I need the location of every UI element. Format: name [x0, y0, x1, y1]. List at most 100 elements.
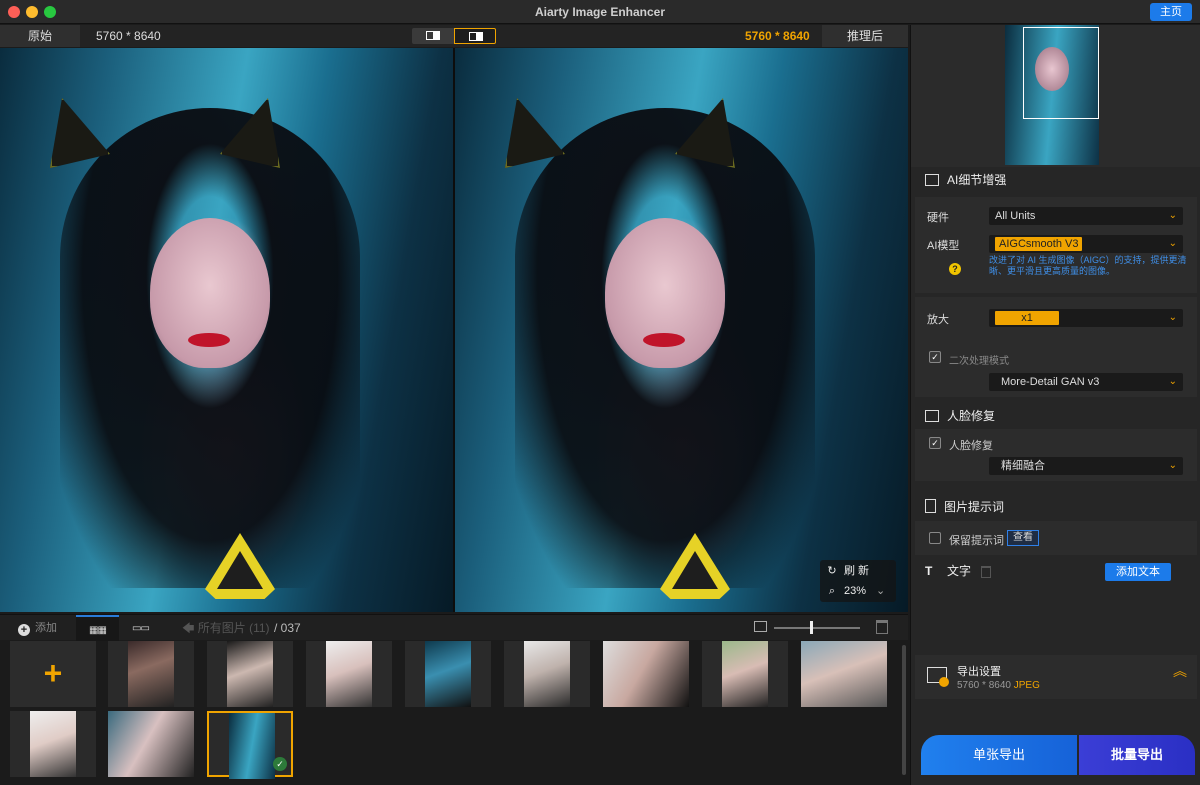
image-count: / 037: [274, 621, 301, 635]
thumbnail-item[interactable]: [306, 641, 392, 707]
grid-icon: ▦▦: [89, 625, 107, 636]
chevron-down-icon: ⌄: [1168, 460, 1177, 471]
all-images-filter[interactable]: 🡄 所有图片 (11): [182, 615, 270, 641]
hardware-value: All Units: [995, 210, 1036, 222]
thumbnail-item[interactable]: [405, 641, 491, 707]
navigator-minimap[interactable]: [911, 25, 1200, 167]
face-section-title: 人脸修复: [925, 407, 995, 425]
app-window: Aiarty Image Enhancer 主页 原始 5760 * 8640 …: [0, 0, 1200, 785]
face-restore-checkbox[interactable]: ✓: [929, 437, 941, 449]
refresh-label: 刷 新: [844, 565, 870, 577]
thumbnail-item[interactable]: [603, 641, 689, 707]
chevron-down-icon: ⌄: [876, 585, 886, 597]
add-images-button[interactable]: + 添加: [18, 615, 57, 641]
secondary-mode-label: 二次处理模式: [949, 356, 1009, 367]
text-section-title: T 文字: [925, 562, 971, 580]
thumbnail-size-slider[interactable]: [774, 627, 860, 629]
add-label: 添加: [35, 622, 57, 634]
delete-text-icon[interactable]: [981, 566, 991, 578]
refresh-button[interactable]: ↻ 刷 新: [826, 562, 869, 580]
settings-panel: AI细节增强 硬件 All Units ⌄ AI模型 AIGCsmooth V3 ⌄…: [910, 25, 1200, 785]
grid-layout-button[interactable]: ▦▦: [76, 615, 119, 641]
upscale-value: x1: [995, 311, 1059, 325]
keep-prompt-label: 保留提示词: [949, 535, 1004, 547]
thumbnail-item[interactable]: [207, 641, 293, 707]
ai-model-description: 改进了对 AI 生成图像（AIGC）的支持，提供更清晰、更平滑且更高质量的图像。: [989, 255, 1187, 276]
view-prompt-button[interactable]: 查看: [1007, 530, 1039, 546]
chevron-down-icon: ⌄: [1168, 376, 1177, 387]
face-restore-label: 人脸修复: [949, 440, 993, 452]
thumbnail-grid: + ✓: [0, 641, 908, 785]
upscale-select[interactable]: x1 ⌄: [989, 309, 1183, 327]
secondary-mode-checkbox[interactable]: ✓: [929, 351, 941, 363]
prompt-group: 保留提示词 查看: [915, 521, 1197, 555]
thumbnail-item-selected[interactable]: ✓: [207, 711, 293, 779]
split-view-icon: [426, 31, 440, 40]
photo-lips: [188, 333, 230, 347]
zoom-value: 23%: [844, 585, 867, 597]
side-by-side-view-button[interactable]: [454, 28, 496, 44]
thumbnail-item[interactable]: [108, 711, 194, 777]
single-export-button[interactable]: 单张导出: [921, 735, 1077, 775]
gear-icon: [939, 677, 949, 687]
enhanced-preview[interactable]: [455, 48, 908, 612]
export-format: JPEG: [1013, 680, 1040, 691]
view-mode-toggle: [412, 28, 496, 44]
export-settings-title: 导出设置: [957, 666, 1001, 678]
zoom-icon: ⌕: [828, 585, 836, 597]
arrow-left-icon: 🡄: [182, 621, 198, 635]
split-view-button[interactable]: [412, 28, 454, 44]
add-icon: +: [18, 624, 30, 636]
refresh-icon: ↻: [827, 565, 837, 577]
secondary-mode-value: More-Detail GAN v3: [1001, 376, 1100, 388]
upscale-label: 放大: [927, 314, 949, 326]
thumbnail-item[interactable]: [108, 641, 194, 707]
add-text-button[interactable]: 添加文本: [1105, 563, 1171, 581]
photo-lips: [643, 333, 685, 347]
home-button[interactable]: 主页: [1150, 3, 1192, 21]
slider-handle[interactable]: [810, 621, 813, 634]
chevron-down-icon: ⌄: [1168, 312, 1177, 323]
export-settings[interactable]: 导出设置 5760 * 8640 JPEG ︽: [915, 655, 1197, 699]
hardware-select[interactable]: All Units ⌄: [989, 207, 1183, 225]
thumbnail-item[interactable]: [10, 711, 96, 777]
strip-layout-button[interactable]: ▭▭: [119, 615, 162, 641]
title-bar: Aiarty Image Enhancer 主页: [0, 0, 1200, 24]
face-mode-value: 精细融合: [1001, 460, 1045, 472]
zoom-select[interactable]: ⌕ 23% ⌄: [826, 582, 885, 600]
original-preview[interactable]: [0, 48, 453, 612]
enhanced-size: 5760 * 8640: [745, 29, 810, 43]
ai-detail-section-title: AI细节增强: [925, 171, 1006, 189]
selected-check-icon: ✓: [273, 757, 287, 771]
chevron-down-icon: ⌄: [1168, 210, 1177, 221]
ai-model-value: AIGCsmooth V3: [995, 237, 1083, 251]
hardware-label: 硬件: [927, 212, 949, 224]
chevron-up-icon[interactable]: ︽: [1173, 664, 1187, 678]
all-images-label: 所有图片 (11): [197, 621, 270, 635]
export-size: 5760 * 8640: [957, 680, 1011, 691]
original-tab[interactable]: 原始: [0, 25, 80, 47]
enhanced-tab[interactable]: 推理后: [822, 25, 908, 47]
minimap-viewport[interactable]: [1023, 27, 1099, 119]
window-title: Aiarty Image Enhancer: [534, 5, 666, 19]
thumbnail-toolbar: + 添加 ▦▦ ▭▭ 🡄 所有图片 (11) / 037: [0, 614, 908, 641]
thumbnail-scrollbar[interactable]: [902, 645, 906, 775]
batch-export-button[interactable]: 批量导出: [1079, 735, 1195, 775]
face-group: ✓ 人脸修复 精细融合 ⌄: [915, 429, 1197, 481]
thumbnail-item[interactable]: [504, 641, 590, 707]
thumbnail-item[interactable]: [702, 641, 788, 707]
delete-icon[interactable]: [876, 620, 888, 634]
face-mode-select[interactable]: 精细融合 ⌄: [989, 457, 1183, 475]
enhanced-photo: [455, 48, 908, 612]
ai-model-select[interactable]: AIGCsmooth V3 ⌄: [989, 235, 1183, 253]
keep-prompt-checkbox[interactable]: [929, 532, 941, 544]
original-size: 5760 * 8640: [96, 29, 161, 43]
upscale-group: 放大 x1 ⌄ ✓ 二次处理模式 More-Detail GAN v3 ⌄: [915, 297, 1197, 397]
add-image-tile[interactable]: +: [10, 641, 96, 707]
ai-model-label: AI模型: [927, 240, 960, 252]
plus-icon: +: [43, 655, 63, 691]
thumbnail-item[interactable]: [801, 641, 887, 707]
secondary-mode-select[interactable]: More-Detail GAN v3 ⌄: [989, 373, 1183, 391]
help-icon[interactable]: ?: [949, 263, 961, 275]
ai-model-group: 硬件 All Units ⌄ AI模型 AIGCsmooth V3 ⌄ 改进了对 A…: [915, 197, 1197, 293]
